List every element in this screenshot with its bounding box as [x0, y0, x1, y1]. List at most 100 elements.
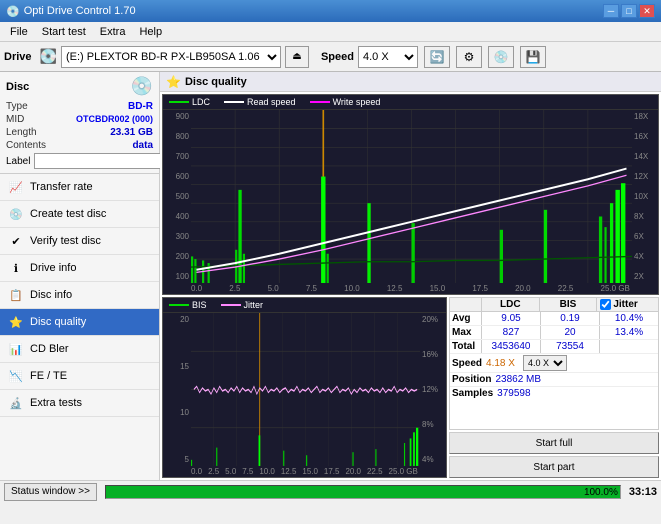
- main-layout: Disc 💿 Type BD-R MID OTCBDR002 (000) Len…: [0, 72, 661, 480]
- sidebar-item-cd-bler[interactable]: 📊 CD Bler: [0, 336, 159, 363]
- drive-select[interactable]: (E:) PLEXTOR BD-R PX-LB950SA 1.06: [61, 46, 281, 68]
- transfer-rate-icon: 📈: [8, 179, 24, 195]
- sidebar-item-disc-quality-label: Disc quality: [30, 316, 86, 328]
- top-chart-legend: LDC Read speed Write speed: [163, 95, 658, 110]
- sidebar-item-transfer-rate[interactable]: 📈 Transfer rate: [0, 174, 159, 201]
- sidebar-item-verify-test-disc-label: Verify test disc: [30, 235, 101, 247]
- legend-write-speed: Write speed: [310, 97, 381, 107]
- refresh-button[interactable]: 🔄: [424, 46, 450, 68]
- disc-length-label: Length: [6, 127, 37, 138]
- disc-button[interactable]: 💿: [488, 46, 514, 68]
- menu-file[interactable]: File: [4, 24, 34, 40]
- bottom-chart-xaxis: 0.02.55.07.510.012.515.017.520.022.525.0…: [163, 466, 446, 477]
- chart-title: Disc quality: [185, 76, 247, 88]
- statusbar: Status window >> 100.0% 33:13: [0, 480, 661, 502]
- sidebar-item-disc-info[interactable]: 📋 Disc info: [0, 282, 159, 309]
- minimize-button[interactable]: ─: [603, 4, 619, 18]
- speed-select[interactable]: 4.0 X: [358, 46, 418, 68]
- settings-button[interactable]: ⚙: [456, 46, 482, 68]
- fe-te-icon: 📉: [8, 368, 24, 384]
- disc-label-label: Label: [6, 156, 30, 167]
- legend-ldc: LDC: [169, 97, 210, 107]
- progress-bar-container: 100.0%: [105, 485, 621, 499]
- progress-text: 100.0%: [584, 486, 618, 500]
- maximize-button[interactable]: □: [621, 4, 637, 18]
- sidebar-item-fe-te[interactable]: 📉 FE / TE: [0, 363, 159, 390]
- titlebar: 💿 Opti Drive Control 1.70 ─ □ ✕: [0, 0, 661, 22]
- stats-position-row: Position 23862 MB: [450, 373, 658, 387]
- disc-info-icon: 📋: [8, 287, 24, 303]
- legend-jitter: Jitter: [221, 300, 264, 310]
- sidebar-item-verify-test-disc[interactable]: ✔ Verify test disc: [0, 228, 159, 255]
- drive-info-icon: ℹ: [8, 260, 24, 276]
- close-button[interactable]: ✕: [639, 4, 655, 18]
- disc-contents-value: data: [132, 140, 153, 151]
- stats-speed-row: Speed 4.18 X 4.0 X: [450, 354, 658, 373]
- drivebar: Drive 💽 (E:) PLEXTOR BD-R PX-LB950SA 1.0…: [0, 42, 661, 72]
- sidebar-item-create-test-disc[interactable]: 💿 Create test disc: [0, 201, 159, 228]
- disc-label-input[interactable]: [34, 153, 168, 169]
- sidebar-nav: 📈 Transfer rate 💿 Create test disc ✔ Ver…: [0, 174, 159, 480]
- status-window-button[interactable]: Status window >>: [4, 483, 97, 501]
- menubar: File Start test Extra Help: [0, 22, 661, 42]
- extra-tests-icon: 🔬: [8, 395, 24, 411]
- sidebar-item-disc-info-label: Disc info: [30, 289, 72, 301]
- chart-title-icon: ⭐: [166, 75, 181, 89]
- sidebar-item-fe-te-label: FE / TE: [30, 370, 67, 382]
- sidebar-item-extra-tests[interactable]: 🔬 Extra tests: [0, 390, 159, 417]
- progress-bar: [106, 486, 620, 498]
- sidebar-item-drive-info[interactable]: ℹ Drive info: [0, 255, 159, 282]
- stats-bis-header: BIS: [540, 298, 598, 311]
- app-title: Opti Drive Control 1.70: [24, 5, 136, 17]
- titlebar-title: 💿 Opti Drive Control 1.70: [6, 5, 136, 18]
- start-full-button[interactable]: Start full: [449, 432, 659, 454]
- start-part-button[interactable]: Start part: [449, 456, 659, 478]
- sidebar-item-create-test-disc-label: Create test disc: [30, 208, 106, 220]
- disc-mid-label: MID: [6, 114, 24, 125]
- sidebar: Disc 💿 Type BD-R MID OTCBDR002 (000) Len…: [0, 72, 160, 480]
- titlebar-controls: ─ □ ✕: [603, 4, 655, 18]
- stats-ldc-header: LDC: [482, 298, 540, 311]
- menu-help[interactable]: Help: [133, 24, 168, 40]
- speed-result-select[interactable]: 4.0 X: [523, 355, 567, 371]
- menu-start-test[interactable]: Start test: [36, 24, 92, 40]
- disc-icon: 💿: [131, 76, 153, 97]
- save-button[interactable]: 💾: [520, 46, 546, 68]
- menu-extra[interactable]: Extra: [94, 24, 132, 40]
- disc-title: Disc: [6, 81, 29, 93]
- disc-type-label: Type: [6, 101, 28, 112]
- stats-panel: LDC BIS Jitter Avg 9.05 0.19: [449, 297, 659, 478]
- stats-total-row: Total 3453640 73554: [450, 340, 658, 354]
- chart-header: ⭐ Disc quality: [160, 72, 661, 92]
- disc-mid-row: MID OTCBDR002 (000): [6, 114, 153, 125]
- app-icon: 💿: [6, 5, 20, 18]
- bottom-chart: 2015105: [163, 313, 446, 466]
- sidebar-item-cd-bler-label: CD Bler: [30, 343, 69, 355]
- speed-label: Speed: [321, 51, 354, 63]
- stats-header: LDC BIS Jitter: [450, 298, 658, 312]
- chart-area: ⭐ Disc quality LDC Read speed: [160, 72, 661, 480]
- stats-samples-row: Samples 379598: [450, 387, 658, 400]
- top-chart-xaxis: 0.02.55.07.510.012.515.017.520.022.525.0…: [163, 283, 658, 294]
- legend-bis: BIS: [169, 300, 207, 310]
- bottom-chart-legend: BIS Jitter: [163, 298, 446, 313]
- jitter-section: Jitter: [597, 298, 658, 311]
- disc-contents-label: Contents: [6, 140, 46, 151]
- sidebar-item-drive-info-label: Drive info: [30, 262, 76, 274]
- disc-length-value: 23.31 GB: [110, 127, 153, 138]
- stats-max-row: Max 827 20 13.4%: [450, 326, 658, 340]
- sidebar-item-extra-tests-label: Extra tests: [30, 397, 82, 409]
- sidebar-item-disc-quality[interactable]: ⭐ Disc quality: [0, 309, 159, 336]
- drive-icon: 💽: [40, 48, 57, 65]
- bottom-section: BIS Jitter 2015105: [162, 297, 659, 478]
- legend-read-speed: Read speed: [224, 97, 296, 107]
- stats-avg-row: Avg 9.05 0.19 10.4%: [450, 312, 658, 326]
- disc-type-row: Type BD-R: [6, 101, 153, 112]
- create-test-disc-icon: 💿: [8, 206, 24, 222]
- jitter-checkbox[interactable]: [600, 299, 611, 310]
- drive-label: Drive: [4, 51, 32, 63]
- eject-button[interactable]: ⏏: [285, 46, 309, 68]
- action-buttons: Start full Start part: [449, 432, 659, 478]
- cd-bler-icon: 📊: [8, 341, 24, 357]
- top-chart: 900800700600500400300200100: [163, 110, 658, 283]
